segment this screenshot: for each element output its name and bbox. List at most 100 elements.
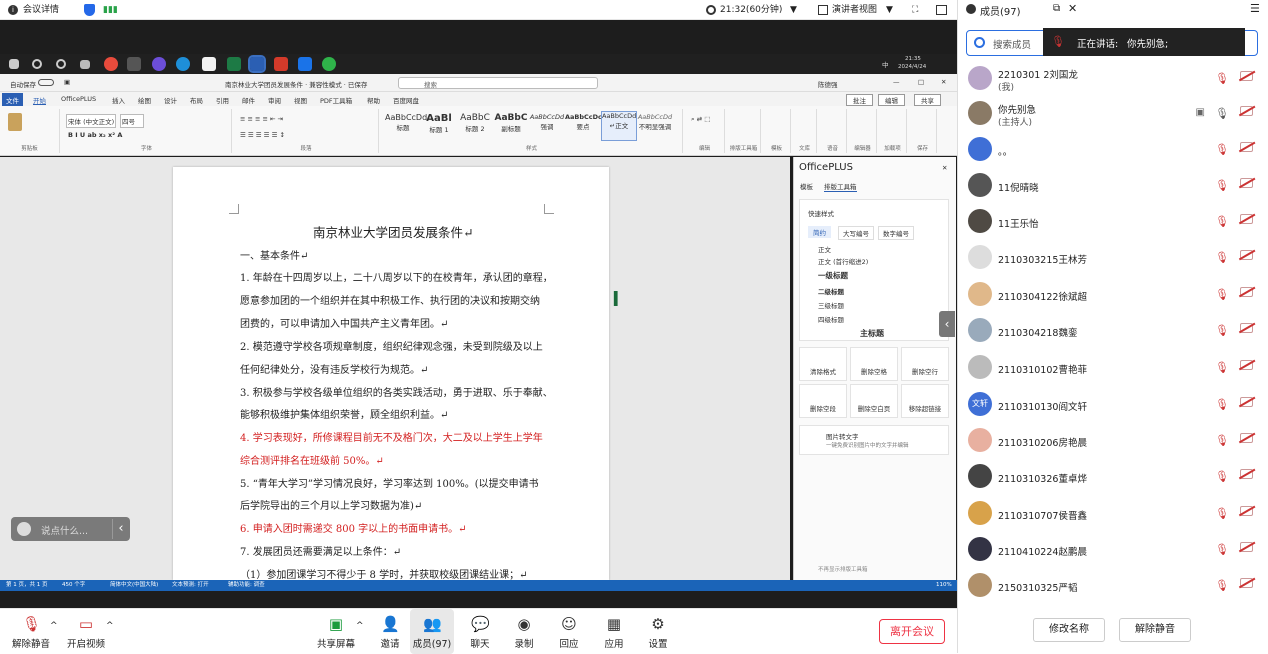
member-row[interactable]: 2110304122徐斌超 🎙 (958, 278, 1268, 313)
cortana-icon[interactable] (56, 59, 66, 69)
style-item[interactable]: AaBbC 标题 2 (457, 113, 493, 133)
media-icon[interactable] (152, 57, 166, 71)
menu-icon[interactable]: ☰ (1250, 2, 1260, 15)
camera-off-icon[interactable] (1240, 323, 1253, 333)
panel-close-icon[interactable]: ✕ (942, 164, 947, 172)
record-button[interactable]: ◉ 录制 (499, 609, 549, 654)
mode-simple[interactable]: 简约 (808, 226, 831, 238)
style-h4[interactable]: 四级标题 (818, 314, 844, 324)
font-size-select[interactable]: 四号 (120, 114, 144, 128)
popout-icon[interactable]: ⧉ (1053, 3, 1060, 14)
chat-collapse-icon[interactable]: ‹ (112, 519, 129, 539)
style-item[interactable]: AaBl 标题 1 (421, 113, 457, 134)
member-row[interactable]: 2110304218魏銮 🎙 (958, 314, 1268, 349)
tab-baidu[interactable]: 百度网盘 (393, 95, 419, 105)
tab-pdf[interactable]: PDF工具箱 (320, 95, 352, 105)
style-item[interactable]: AaBbCcDd 强调 (529, 113, 565, 131)
minimize-icon[interactable]: — (893, 78, 900, 86)
start-icon[interactable] (9, 59, 19, 69)
member-row[interactable]: 2110410224赵鹏晨 🎙 (958, 533, 1268, 568)
mic-muted-icon[interactable]: 🎙 (1215, 107, 1229, 120)
style-h1[interactable]: 一级标题 (818, 270, 848, 281)
tab-layout-tools[interactable]: 排版工具箱 (824, 181, 857, 192)
tab-design[interactable]: 设计 (164, 95, 177, 105)
tool-tile[interactable]: 清除格式 (799, 347, 847, 381)
time-dropdown-icon[interactable]: ▼ (790, 0, 797, 20)
tab-insert[interactable]: 插入 (112, 95, 125, 105)
meeting-details-label[interactable]: 会议详情 (23, 0, 59, 20)
member-row[interactable]: 2210301 2刘国龙 (我) 🎙 (958, 62, 1268, 97)
tab-draw[interactable]: 绘图 (138, 95, 151, 105)
tab-help[interactable]: 帮助 (367, 95, 380, 105)
settings-button[interactable]: ⚙ 设置 (633, 609, 683, 654)
camera-off-icon[interactable] (1240, 542, 1253, 552)
style-item[interactable]: AaBbCcDd 不明显强调 (637, 113, 673, 131)
camera-off-icon[interactable] (1240, 433, 1253, 443)
mode-number[interactable]: 数字编号 (878, 226, 914, 240)
search-icon[interactable] (32, 59, 42, 69)
font-format-icons[interactable]: B I U ab x₂ x² A (68, 131, 122, 139)
camera-off-icon[interactable] (1240, 578, 1253, 588)
member-row[interactable]: 2110310206房艳晨 🎙 (958, 424, 1268, 459)
style-item[interactable]: AaBbCcDc 要点 (565, 113, 602, 131)
style-item[interactable]: AaBbCcDd 标题 (385, 113, 427, 132)
camera-off-icon[interactable] (1240, 71, 1253, 81)
find-icon[interactable]: ⌕ ⇄ ⬚ (691, 115, 710, 124)
font-name-select[interactable]: 宋体 (中文正文) (66, 114, 116, 128)
member-row[interactable]: 2110310326董卓烨 🎙 (958, 460, 1268, 495)
tool-tile[interactable]: 删除空格 (850, 347, 898, 381)
member-row[interactable]: 文轩 2110310130阎文轩 🎙 (958, 388, 1268, 423)
mic-muted-icon[interactable]: 🎙 (1215, 398, 1229, 411)
style-item[interactable]: AaBbCcDd ↵正文 (601, 111, 637, 141)
presenter-view-label[interactable]: 演讲者视图 (832, 0, 877, 20)
save-icon[interactable]: ▣ (64, 78, 70, 86)
style-body[interactable]: 正文 (818, 244, 831, 254)
layout-icon[interactable] (936, 5, 947, 15)
mic-muted-icon[interactable]: 🎙 (1215, 470, 1229, 483)
mic-muted-icon[interactable]: 🎙 (1215, 143, 1229, 156)
mic-muted-icon[interactable]: 🎙 (1215, 288, 1229, 301)
taskview-icon[interactable] (80, 60, 90, 69)
tab-templates[interactable]: 模板 (800, 181, 813, 191)
emoji-icon[interactable] (17, 522, 31, 536)
invite-button[interactable]: 👤 邀请 (365, 609, 415, 654)
member-row[interactable]: 2150310325严韬 🎙 (958, 569, 1268, 604)
camera-off-icon[interactable] (1240, 178, 1253, 188)
member-row[interactable]: 11倪晴晓 🎙 (958, 169, 1268, 204)
tab-view[interactable]: 视图 (294, 95, 307, 105)
paste-icon[interactable] (8, 113, 22, 131)
view-dropdown-icon[interactable]: ▼ (886, 0, 893, 20)
mode-upper[interactable]: 大写编号 (838, 226, 874, 240)
camera-off-icon[interactable] (1240, 250, 1253, 260)
word-icon[interactable] (248, 55, 266, 73)
camera-off-icon[interactable] (1240, 506, 1253, 516)
unmute-all-button[interactable]: 解除静音 (1119, 618, 1191, 642)
style-h2[interactable]: 二级标题 (818, 286, 844, 296)
mic-muted-icon[interactable]: 🎙 (1215, 579, 1229, 592)
maximize-icon[interactable]: □ (918, 78, 924, 86)
tab-review[interactable]: 审阅 (268, 95, 281, 105)
tool-tile[interactable]: 删除空段 (799, 384, 847, 418)
camera-off-icon[interactable] (1240, 142, 1253, 152)
paragraph-icons[interactable]: ≡ ≡ ≡ ≡ ⇤ ⇥ (240, 115, 283, 123)
apps-button[interactable]: ▦ 应用 (589, 609, 639, 654)
excel-icon[interactable] (227, 57, 241, 71)
mic-muted-icon[interactable]: 🎙 (1215, 215, 1229, 228)
app-icon[interactable] (202, 57, 216, 71)
camera-off-icon[interactable] (1240, 469, 1253, 479)
playback-button[interactable]: ☺ 回应 (544, 609, 594, 654)
app-icon[interactable] (298, 57, 312, 71)
edit-button[interactable]: 编辑 (878, 94, 905, 106)
tray-ime[interactable]: 中 (882, 59, 889, 69)
autosave-toggle[interactable] (38, 79, 54, 86)
fullscreen-icon[interactable]: ⛶ (912, 0, 918, 20)
tab-officeplus[interactable]: OfficePLUS (61, 95, 96, 103)
mic-muted-icon[interactable]: 🎙 (1215, 434, 1229, 447)
tool-tile[interactable]: 删除空行 (901, 347, 949, 381)
rename-button[interactable]: 修改名称 (1033, 618, 1105, 642)
wechat-icon[interactable] (322, 57, 336, 71)
mic-muted-icon[interactable]: 🎙 (1215, 543, 1229, 556)
members-button[interactable]: 👥 成员(97) (410, 609, 454, 654)
style-item[interactable]: AaBbC 副标题 (493, 113, 529, 133)
share-options-icon[interactable]: ^ (356, 621, 364, 631)
